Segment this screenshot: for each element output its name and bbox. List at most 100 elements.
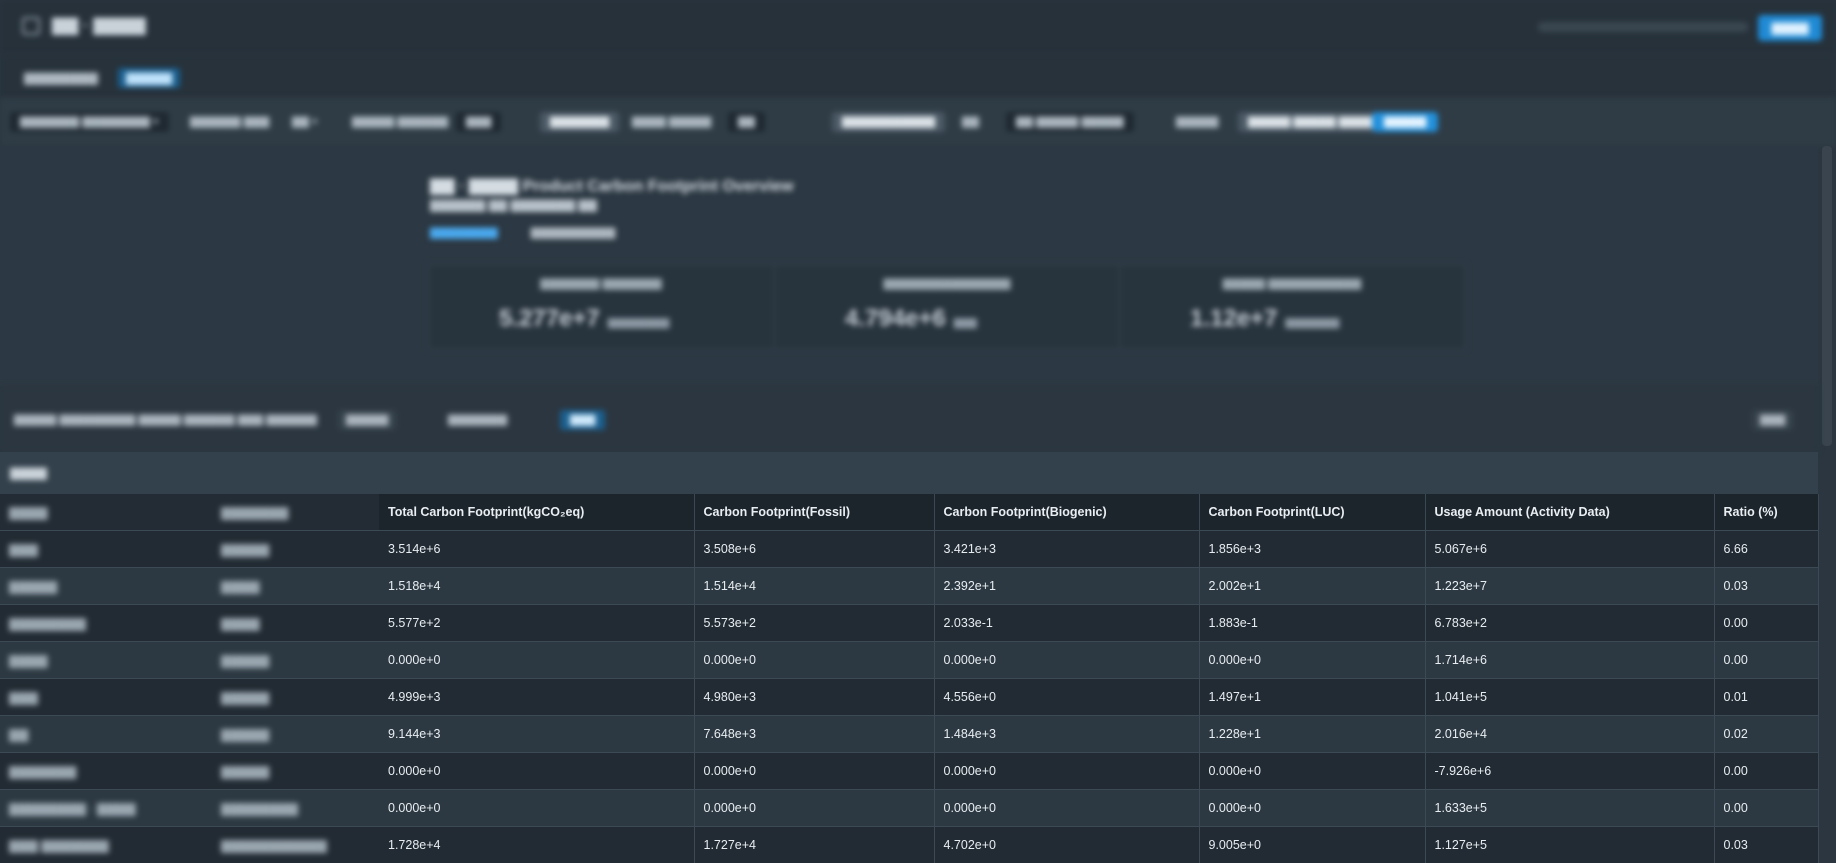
- cell-usage: 1.633e+5: [1425, 790, 1714, 827]
- col-header-fossil[interactable]: Carbon Footprint(Fossil): [694, 494, 934, 531]
- radio-option-a[interactable]: ▇▇▇▇▇▇▇▇: [430, 227, 498, 239]
- cell-biogenic: 2.392e+1: [934, 568, 1199, 605]
- cell-usage: 1.127e+5: [1425, 827, 1714, 863]
- cell-name: ▇▇▇: [0, 531, 212, 568]
- table-row[interactable]: ▇▇▇▇▇▇▇▇3.514e+63.508e+63.421e+31.856e+3…: [0, 531, 1818, 568]
- cell-biogenic: 0.000e+0: [934, 790, 1199, 827]
- cell-fossil: 0.000e+0: [694, 790, 934, 827]
- col-header-category[interactable]: ▇▇▇▇▇▇▇: [212, 494, 379, 531]
- table-row[interactable]: ▇▇▇▇▇▇▇▇▇▇▇▇0.000e+00.000e+00.000e+00.00…: [0, 753, 1818, 790]
- cell-name: ▇▇: [0, 716, 212, 753]
- cell-biogenic: 3.421e+3: [934, 531, 1199, 568]
- table-row[interactable]: ▇▇▇ ▇▇▇▇▇▇▇▇▇▇▇▇▇▇▇▇▇▇1.728e+41.727e+44.…: [0, 827, 1818, 863]
- table-row[interactable]: ▇▇▇▇▇▇▇9.144e+37.648e+31.484e+31.228e+12…: [0, 716, 1818, 753]
- cell-biogenic: 0.000e+0: [934, 642, 1199, 679]
- toolbar-button-2[interactable]: ▇▇▇▇▇▇▇▇▇▇▇: [832, 112, 945, 132]
- cell-ratio: 0.00: [1714, 642, 1818, 679]
- summary-card-2: ▇▇▇▇▇▇▇▇▇▇▇▇▇▇▇ 4.794e+6▇▇▇: [774, 265, 1119, 349]
- cell-total: 1.728e+4: [379, 827, 694, 863]
- card-1-value: 5.277e+7▇▇▇▇▇▇▇▇: [499, 305, 669, 333]
- page-scrollbar[interactable]: [1822, 146, 1832, 446]
- cell-biogenic: 1.484e+3: [934, 716, 1199, 753]
- cell-luc: 1.856e+3: [1199, 531, 1425, 568]
- cell-total: 0.000e+0: [379, 642, 694, 679]
- cell-category: ▇▇▇▇▇: [212, 716, 379, 753]
- summary-title: ▇▇ · ▇▇▇▇ Product Carbon Footprint Overv…: [430, 176, 794, 196]
- cell-biogenic: 0.000e+0: [934, 753, 1199, 790]
- cell-usage: 5.067e+6: [1425, 531, 1714, 568]
- col-header-ratio[interactable]: Ratio (%): [1714, 494, 1818, 531]
- toolbar-label-5: ▇▇▇▇▇: [1176, 112, 1218, 132]
- card-2-label: ▇▇▇▇▇▇▇▇▇▇▇▇▇▇▇: [775, 277, 1119, 290]
- summary-cards: ▇▇▇▇▇▇▇ ▇▇▇▇▇▇▇ 5.277e+7▇▇▇▇▇▇▇▇ ▇▇▇▇▇▇▇…: [428, 264, 1466, 350]
- cell-fossil: 0.000e+0: [694, 642, 934, 679]
- cell-luc: 1.497e+1: [1199, 679, 1425, 716]
- unit-select[interactable]: ▇▇ ▾: [292, 112, 318, 132]
- scope-select[interactable]: ▇▇▇▇▇▇▇ ▇▇▇▇▇▇▇▇ ▾: [10, 112, 169, 132]
- table-header-row: ▇▇▇▇ ▇▇▇▇▇▇▇ Total Carbon Footprint(kgCO…: [0, 494, 1818, 531]
- cell-usage: 1.041e+5: [1425, 679, 1714, 716]
- cell-name: ▇▇▇ ▇▇▇▇▇▇▇: [0, 827, 212, 863]
- toolbar-input-1[interactable]: ▇▇▇: [456, 112, 501, 132]
- col-header-name[interactable]: ▇▇▇▇: [0, 494, 212, 531]
- tab-2-active[interactable]: ▇▇▇▇▇: [118, 68, 180, 88]
- table-row[interactable]: ▇▇▇▇▇▇▇▇ · ▇▇▇▇▇▇▇▇▇▇▇▇0.000e+00.000e+00…: [0, 790, 1818, 827]
- cell-usage: 2.016e+4: [1425, 716, 1714, 753]
- cell-biogenic: 4.702e+0: [934, 827, 1199, 863]
- cell-usage: -7.926e+6: [1425, 753, 1714, 790]
- summary-subtitle: ▇▇▇▇▇▇ ▇▇ ▇▇▇▇▇▇▇ ▇▇: [430, 198, 597, 212]
- toolbar-button-1[interactable]: ▇▇▇▇▇▇▇: [540, 112, 619, 132]
- toolbar-label-1: ▇▇▇▇▇▇ ▇▇▇: [190, 112, 269, 132]
- col-header-biogenic[interactable]: Carbon Footprint(Biogenic): [934, 494, 1199, 531]
- action-button-right[interactable]: ▇▇▇: [1752, 410, 1793, 430]
- cell-fossil: 1.514e+4: [694, 568, 934, 605]
- card-3-label: ▇▇▇▇▇ ▇▇▇▇▇▇▇▇▇▇▇: [1120, 277, 1464, 290]
- col-header-usage[interactable]: Usage Amount (Activity Data): [1425, 494, 1714, 531]
- table-row[interactable]: ▇▇▇▇▇▇▇▇4.999e+34.980e+34.556e+01.497e+1…: [0, 679, 1818, 716]
- action-button-3[interactable]: ▇▇▇: [560, 410, 605, 430]
- tab-1[interactable]: ▇▇▇▇▇▇▇▇: [16, 68, 106, 88]
- cell-luc: 1.883e-1: [1199, 605, 1425, 642]
- cell-fossil: 0.000e+0: [694, 753, 934, 790]
- cell-category: ▇▇▇▇▇: [212, 531, 379, 568]
- table-row[interactable]: ▇▇▇▇▇▇▇▇▇0.000e+00.000e+00.000e+00.000e+…: [0, 642, 1818, 679]
- radio-option-b[interactable]: ▇▇▇▇▇▇▇▇▇▇: [531, 227, 616, 239]
- cell-luc: 2.002e+1: [1199, 568, 1425, 605]
- top-action-button[interactable]: ▇▇▇▇: [1758, 15, 1822, 41]
- action-button-1[interactable]: ▇▇▇▇▇: [338, 410, 396, 430]
- filter-checkbox[interactable]: ▇▇▇▇▇ ▇▇▇▇▇▇▇▇▇ ▇▇▇▇▇ ▇▇▇▇▇▇ ▇▇▇ ▇▇▇▇▇▇: [14, 410, 317, 430]
- toolbar-segment[interactable]: ▇▇▇▇▇ ▇▇▇▇▇ ▇▇▇▇: [1238, 112, 1383, 132]
- cell-name: ▇▇▇▇▇▇▇▇ · ▇▇▇▇: [0, 790, 212, 827]
- card-2-value: 4.794e+6▇▇▇: [845, 305, 977, 333]
- filter-toolbar: ▇▇▇▇▇▇▇ ▇▇▇▇▇▇▇▇ ▾ ▇▇▇▇▇▇ ▇▇▇ ▇▇ ▾ ▇▇▇▇▇…: [0, 98, 1836, 146]
- cell-ratio: 0.00: [1714, 605, 1818, 642]
- toolbar-input-2[interactable]: ▇▇: [728, 112, 765, 132]
- cell-ratio: 6.66: [1714, 531, 1818, 568]
- summary-panel: ▇▇ · ▇▇▇▇ Product Carbon Footprint Overv…: [0, 146, 1818, 386]
- table-row[interactable]: ▇▇▇▇▇▇▇▇▇▇▇▇5.577e+25.573e+22.033e-11.88…: [0, 605, 1818, 642]
- cell-biogenic: 4.556e+0: [934, 679, 1199, 716]
- cell-category: ▇▇▇▇▇▇▇▇▇▇▇: [212, 827, 379, 863]
- app-title: ▇▇ · ▇▇▇▇: [52, 16, 146, 36]
- top-bar: ▇▇ · ▇▇▇▇ ▇▇▇▇: [0, 0, 1836, 54]
- cell-ratio: 0.02: [1714, 716, 1818, 753]
- col-header-luc[interactable]: Carbon Footprint(LUC): [1199, 494, 1425, 531]
- toolbar-input-3[interactable]: ▇▇ ▇▇▇▇▇ ▇▇▇▇▇: [1006, 112, 1134, 132]
- col-header-total[interactable]: Total Carbon Footprint(kgCO₂eq): [379, 494, 694, 531]
- summary-card-1: ▇▇▇▇▇▇▇ ▇▇▇▇▇▇▇ 5.277e+7▇▇▇▇▇▇▇▇: [429, 265, 773, 349]
- cell-category: ▇▇▇▇▇: [212, 679, 379, 716]
- cell-ratio: 0.00: [1714, 753, 1818, 790]
- cell-usage: 6.783e+2: [1425, 605, 1714, 642]
- carbon-footprint-table: ▇▇▇▇ ▇▇▇▇▇▇▇ Total Carbon Footprint(kgCO…: [0, 494, 1819, 863]
- cell-fossil: 1.727e+4: [694, 827, 934, 863]
- cell-total: 4.999e+3: [379, 679, 694, 716]
- cell-usage: 1.714e+6: [1425, 642, 1714, 679]
- toolbar-label-4: ▇▇: [962, 112, 979, 132]
- cell-ratio: 0.01: [1714, 679, 1818, 716]
- apply-button[interactable]: ▇▇▇▇▇: [1372, 112, 1438, 132]
- card-3-value: 1.12e+7▇▇▇▇▇▇▇: [1190, 305, 1339, 333]
- top-search-input[interactable]: [1538, 22, 1748, 32]
- table-row[interactable]: ▇▇▇▇▇▇▇▇▇1.518e+41.514e+42.392e+12.002e+…: [0, 568, 1818, 605]
- action-button-2[interactable]: ▇▇▇▇▇▇▇: [448, 410, 507, 430]
- cell-name: ▇▇▇: [0, 679, 212, 716]
